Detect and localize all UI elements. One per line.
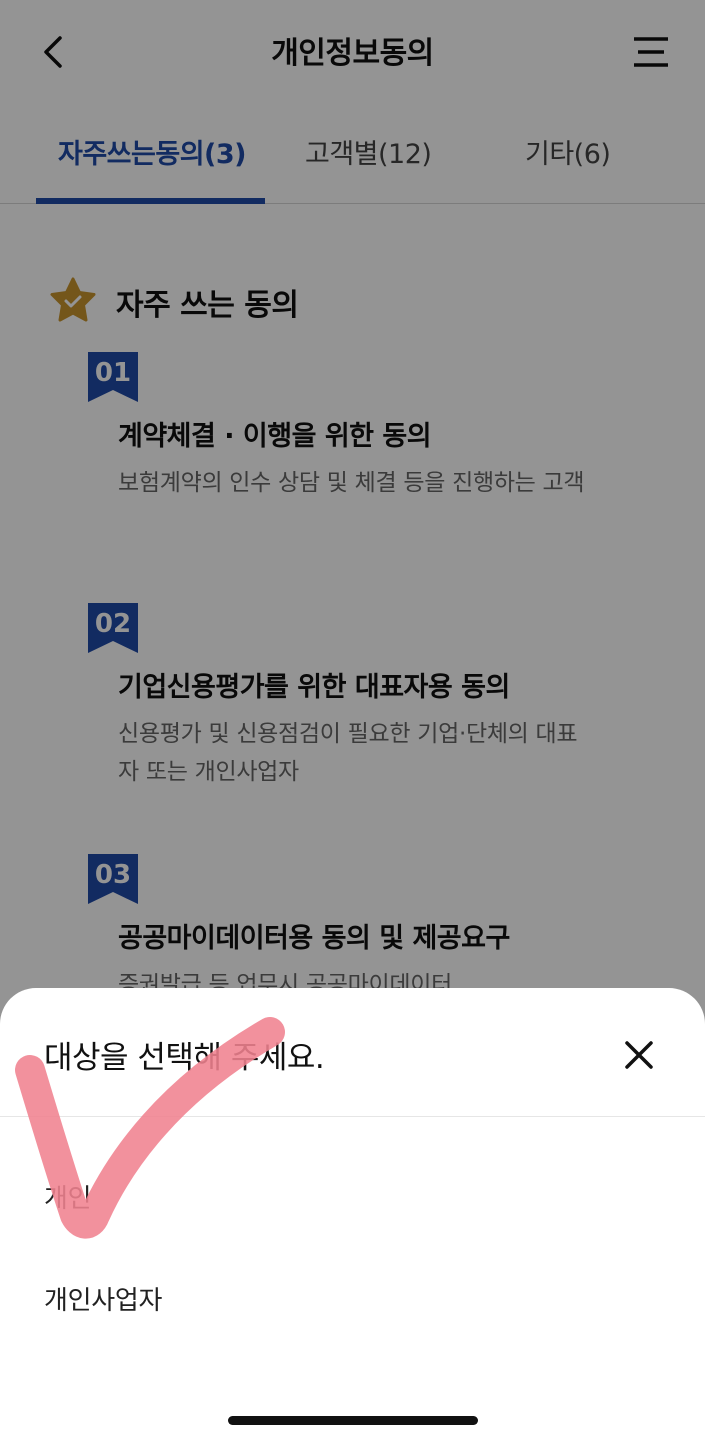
consent-page: 개인정보동의 자주쓰는동의(3) 고객별(12) 기타(6) 자주 쓰는 동의 … [0, 0, 705, 1440]
option-individual[interactable]: 개인 [44, 1178, 92, 1215]
divider [0, 1116, 705, 1117]
option-sole-proprietor[interactable]: 개인사업자 [44, 1280, 162, 1317]
close-icon [625, 1041, 653, 1069]
close-button[interactable] [616, 1032, 662, 1078]
target-select-sheet: 대상을 선택해 주세요. 개인 개인사업자 [0, 988, 705, 1440]
sheet-title: 대상을 선택해 주세요. [44, 1040, 325, 1076]
home-indicator [228, 1416, 478, 1425]
